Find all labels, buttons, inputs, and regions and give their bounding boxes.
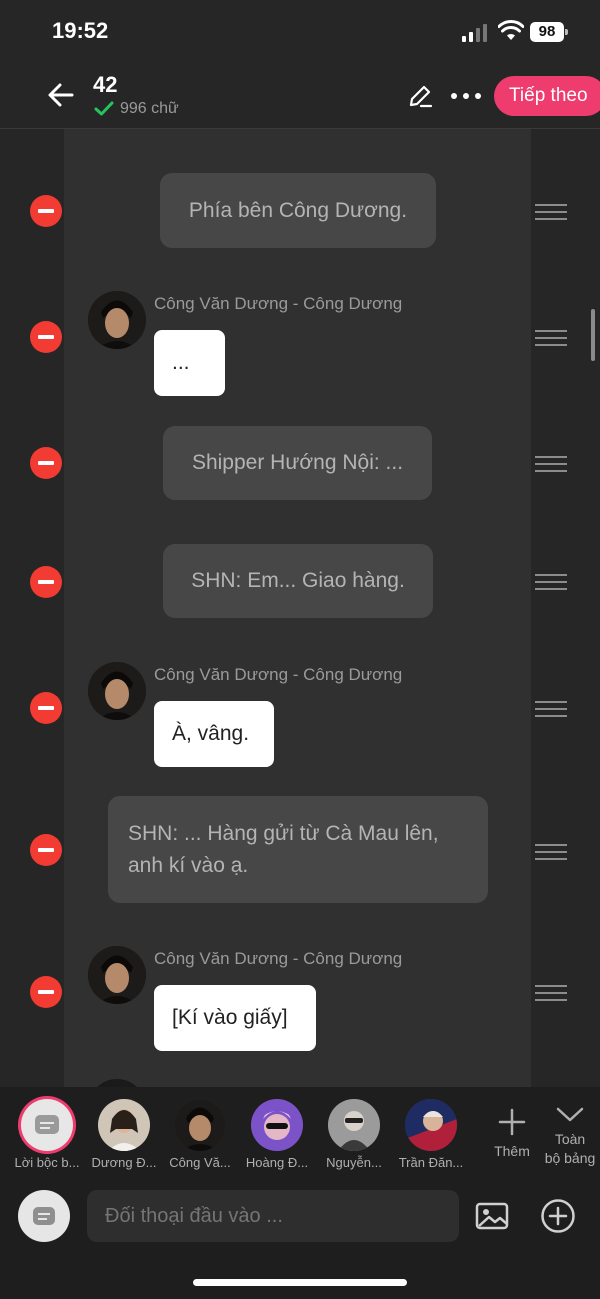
wifi-icon — [498, 20, 524, 40]
expand-panel-button[interactable]: Toàn bộ bảng — [542, 1103, 598, 1168]
character-avatar — [328, 1099, 380, 1151]
episode-title: 42 — [93, 72, 118, 97]
character-avatar — [174, 1099, 226, 1151]
composer — [0, 1190, 600, 1244]
chevron-down-icon — [556, 1107, 584, 1122]
dialogue-input[interactable] — [87, 1190, 459, 1242]
narration-avatar — [21, 1099, 73, 1151]
home-indicator — [193, 1279, 407, 1286]
expand-label-line1: Toàn — [554, 1131, 586, 1147]
expand-label-line2: bộ bảng — [544, 1150, 596, 1166]
narration-bubble[interactable]: Shipper Hướng Nội: ... — [163, 426, 432, 500]
drag-handle-icon[interactable] — [535, 701, 567, 721]
character-label: Trần Đăn... — [398, 1155, 464, 1170]
word-count: 996 chữ — [94, 100, 179, 118]
delete-line-button[interactable] — [30, 976, 62, 1008]
pencil-icon[interactable] — [406, 82, 434, 110]
add-character-button[interactable]: Thêm — [486, 1107, 538, 1161]
drag-handle-icon[interactable] — [535, 330, 567, 350]
character-avatar — [405, 1099, 457, 1151]
drag-handle-icon[interactable] — [535, 456, 567, 476]
word-count-label: 996 chữ — [120, 100, 179, 117]
narration-line: SHN: ... Hàng gửi từ Cà Mau lên, — [128, 821, 439, 845]
character-panel: Lời bộc b... Dương Đ... Công Vă... Hoàng… — [0, 1087, 600, 1299]
check-icon — [94, 101, 114, 116]
more-options-icon[interactable] — [449, 84, 483, 108]
delete-line-button[interactable] — [30, 447, 62, 479]
battery-icon: 98 — [530, 22, 568, 42]
drag-handle-icon[interactable] — [535, 204, 567, 224]
character-narration[interactable]: Lời bộc b... — [12, 1099, 82, 1170]
delete-line-button[interactable] — [30, 321, 62, 353]
dialogue-bubble[interactable]: ... — [154, 330, 225, 396]
dialogue-bubble[interactable]: [Kí vào giấy] — [154, 985, 316, 1051]
top-bar: 42 996 chữ Tiếp theo — [0, 62, 600, 129]
delete-line-button[interactable] — [30, 692, 62, 724]
character-item[interactable]: Hoàng Đ... — [242, 1099, 312, 1170]
narration-bubble[interactable]: SHN: ... Hàng gửi từ Cà Mau lên, anh kí … — [108, 796, 488, 903]
cellular-signal-icon — [462, 24, 487, 42]
add-content-icon[interactable] — [540, 1198, 576, 1234]
character-label: Công Vă... — [169, 1155, 231, 1170]
character-label: Lời bộc b... — [14, 1155, 80, 1170]
dialogue-bubble[interactable]: À, vâng. — [154, 701, 274, 767]
back-arrow-icon[interactable] — [44, 78, 78, 112]
character-item[interactable]: Nguyễn... — [319, 1099, 389, 1170]
character-item[interactable]: Công Vă... — [165, 1099, 235, 1170]
avatar — [88, 662, 146, 720]
message-icon — [33, 1207, 55, 1225]
narration-bubble[interactable]: Phía bên Công Dương. — [160, 173, 436, 248]
narration-bubble[interactable]: SHN: Em... Giao hàng. — [163, 544, 433, 618]
character-name: Công Văn Dương - Công Dương — [154, 665, 403, 684]
character-avatar — [98, 1099, 150, 1151]
script-editor: Phía bên Công Dương. Công Văn Dương - Cô… — [0, 129, 600, 1087]
add-label: Thêm — [494, 1143, 530, 1159]
narration-line: anh kí vào ạ. — [128, 853, 249, 877]
status-bar: 19:52 98 — [0, 0, 600, 62]
avatar — [88, 291, 146, 349]
character-item[interactable]: Dương Đ... — [89, 1099, 159, 1170]
character-avatar — [251, 1099, 303, 1151]
character-label: Dương Đ... — [91, 1155, 157, 1170]
image-icon[interactable] — [474, 1200, 510, 1232]
plus-icon — [498, 1108, 526, 1136]
character-item[interactable]: Trần Đăn... — [396, 1099, 466, 1170]
delete-line-button[interactable] — [30, 834, 62, 866]
drag-handle-icon[interactable] — [535, 985, 567, 1005]
character-name: Công Văn Dương - Công Dương — [154, 294, 403, 313]
narration-toggle-button[interactable] — [18, 1190, 70, 1242]
character-label: Hoàng Đ... — [245, 1155, 309, 1170]
character-label: Nguyễn... — [326, 1155, 382, 1170]
delete-line-button[interactable] — [30, 195, 62, 227]
drag-handle-icon[interactable] — [535, 574, 567, 594]
character-name: Công Văn Dương - Công Dương — [154, 949, 403, 968]
scrollbar[interactable] — [591, 309, 595, 361]
delete-line-button[interactable] — [30, 566, 62, 598]
avatar — [88, 946, 146, 1004]
drag-handle-icon[interactable] — [535, 844, 567, 864]
next-button[interactable]: Tiếp theo — [494, 76, 600, 116]
status-time: 19:52 — [52, 18, 109, 43]
